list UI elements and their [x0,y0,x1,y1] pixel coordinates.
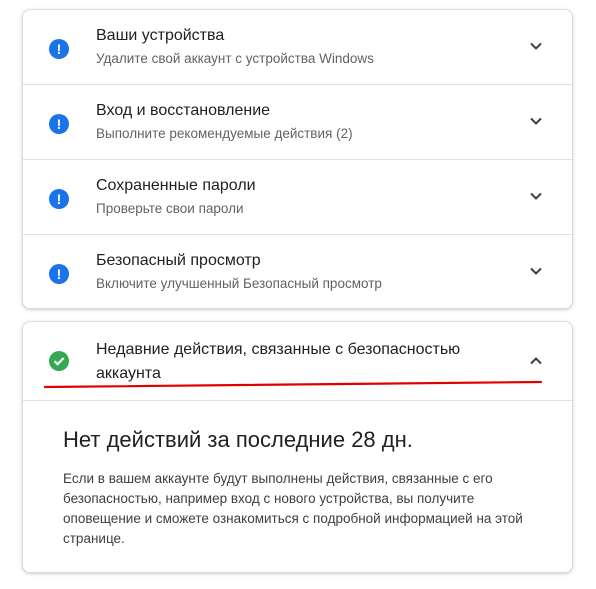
alert-icon: ! [49,39,69,59]
alert-icon: ! [49,189,69,209]
no-activity-heading: Нет действий за последние 28 дн. [63,427,413,452]
list-item-signin-recovery[interactable]: ! Вход и восстановление Выполните рекоме… [23,85,572,160]
chevron-up-icon[interactable] [528,353,544,369]
item-subtitle: Включите улучшенный Безопасный просмотр [96,276,382,291]
list-item-saved-passwords[interactable]: ! Сохраненные пароли Проверьте свои паро… [23,160,572,235]
list-item-devices[interactable]: ! Ваши устройства Удалите свой аккаунт с… [23,10,572,85]
chevron-down-icon[interactable] [528,188,544,204]
recent-activity-header[interactable]: Недавние действия, связанные с безопасно… [23,322,572,401]
item-subtitle: Проверьте свои пароли [96,201,244,216]
recent-activity-body: Нет действий за последние 28 дн. Если в … [23,401,572,549]
chevron-down-icon[interactable] [528,113,544,129]
section-title: Недавние действия, связанные с безопасно… [96,341,461,382]
no-activity-description: Если в вашем аккаунте будут выполнены де… [63,471,523,546]
check-circle-icon [49,351,69,371]
item-title: Вход и восстановление [96,102,271,119]
item-title: Безопасный просмотр [96,252,261,269]
item-subtitle: Выполните рекомендуемые действия (2) [96,126,353,141]
item-title: Ваши устройства [96,27,225,44]
alert-icon: ! [49,114,69,134]
alert-icon: ! [49,264,69,284]
item-title: Сохраненные пароли [96,177,256,194]
chevron-down-icon[interactable] [528,38,544,54]
list-item-safe-browsing[interactable]: ! Безопасный просмотр Включите улучшенны… [23,235,572,308]
chevron-down-icon[interactable] [528,263,544,279]
security-issues-card: ! Ваши устройства Удалите свой аккаунт с… [22,9,573,309]
recent-activity-card: Недавние действия, связанные с безопасно… [22,321,573,573]
item-subtitle: Удалите свой аккаунт с устройства Window… [96,51,374,66]
